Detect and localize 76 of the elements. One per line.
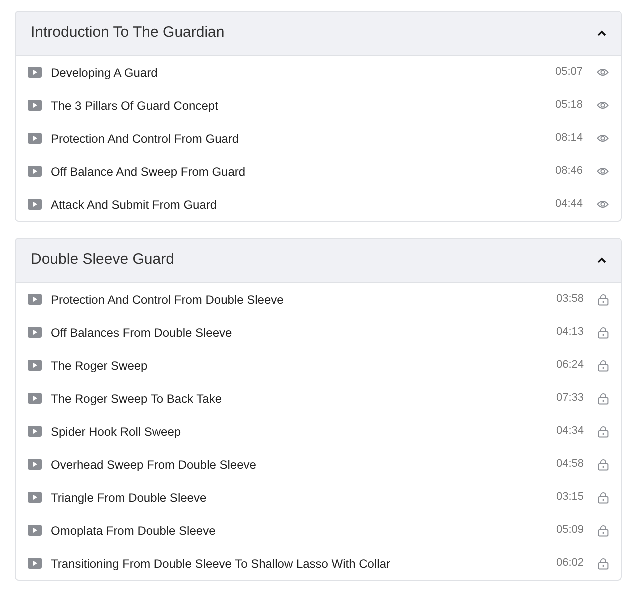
- lesson-title: Overhead Sweep From Double Sleeve: [51, 456, 256, 474]
- lesson-duration: 04:34: [556, 424, 584, 440]
- video-icon: [28, 492, 42, 503]
- eye-icon[interactable]: [597, 134, 609, 143]
- lock-icon: [598, 524, 609, 536]
- lesson-title: Protection And Control From Double Sleeve: [51, 292, 284, 308]
- lesson-duration: 05:18: [555, 98, 583, 114]
- lesson-title: Omoplata From Double Sleeve: [51, 522, 216, 540]
- lesson-duration: 08:14: [555, 131, 583, 146]
- video-icon: [28, 459, 42, 470]
- lesson-duration: 06:24: [556, 358, 584, 374]
- lesson-duration: 07:33: [556, 391, 584, 406]
- lesson-row[interactable]: Developing A Guard 05:07: [16, 56, 621, 89]
- video-icon: [28, 133, 42, 144]
- video-icon: [28, 426, 42, 437]
- lesson-row[interactable]: The Roger Sweep 06:24: [16, 349, 621, 382]
- lesson-row[interactable]: Attack And Submit From Guard 04:44: [16, 188, 621, 221]
- lesson-title: Protection And Control From Guard: [51, 130, 240, 148]
- video-icon: [28, 294, 42, 305]
- section-title: Double Sleeve Guard: [31, 250, 174, 270]
- lesson-duration: 05:09: [556, 523, 584, 538]
- lesson-title: The Roger Sweep: [51, 358, 148, 374]
- video-icon: [28, 100, 42, 111]
- eye-icon[interactable]: [597, 101, 609, 110]
- lock-icon: [598, 426, 609, 438]
- lesson-row[interactable]: The Roger Sweep To Back Take 07:33: [16, 382, 621, 415]
- section-title: Introduction To The Guardian: [31, 23, 225, 44]
- lesson-title: The Roger Sweep To Back Take: [51, 390, 222, 408]
- lock-icon: [598, 360, 609, 372]
- lesson-row[interactable]: Protection And Control From Guard 08:14: [16, 122, 621, 155]
- lesson-title: Developing A Guard: [51, 64, 158, 82]
- video-icon: [28, 360, 42, 371]
- lesson-row[interactable]: Off Balance And Sweep From Guard 08:46: [16, 155, 621, 188]
- lock-icon: [598, 492, 609, 504]
- lesson-duration: 05:07: [555, 65, 583, 80]
- lesson-title: Attack And Submit From Guard: [51, 196, 218, 214]
- chevron-icon[interactable]: [597, 257, 607, 264]
- lesson-title: Off Balances From Double Sleeve: [51, 324, 232, 342]
- lesson-title: Spider Hook Roll Sweep: [51, 424, 182, 440]
- lesson-row[interactable]: Spider Hook Roll Sweep 04:34: [16, 415, 621, 448]
- video-icon: [28, 558, 42, 569]
- lesson-row[interactable]: Transitioning From Double Sleeve To Shallow Lasso With Collar 06:02: [16, 547, 621, 580]
- section-header[interactable]: Double Sleeve Guard: [16, 239, 621, 283]
- lesson-title: Triangle From Double Sleeve: [51, 490, 207, 506]
- lesson-row[interactable]: Triangle From Double Sleeve 03:15: [16, 481, 621, 514]
- lesson-row[interactable]: Omoplata From Double Sleeve 05:09: [16, 514, 621, 547]
- eye-icon[interactable]: [597, 68, 609, 77]
- lesson-duration: 06:02: [556, 556, 584, 572]
- eye-icon[interactable]: [597, 200, 609, 209]
- lock-icon: [598, 326, 609, 338]
- lesson-row[interactable]: The 3 Pillars Of Guard Concept 05:18: [16, 89, 621, 122]
- lock-icon: [598, 392, 609, 404]
- lock-icon: [598, 558, 609, 570]
- eye-icon[interactable]: [597, 167, 609, 176]
- video-icon: [28, 525, 42, 536]
- lesson-duration: 04:44: [555, 197, 583, 212]
- lesson-duration: 08:46: [555, 164, 583, 180]
- chevron-icon[interactable]: [597, 30, 607, 37]
- lesson-row[interactable]: Off Balances From Double Sleeve 04:13: [16, 316, 621, 349]
- lesson-title: The 3 Pillars Of Guard Concept: [51, 98, 218, 114]
- video-icon: [28, 199, 42, 210]
- lock-icon: [598, 458, 609, 470]
- video-icon: [28, 327, 42, 338]
- lock-icon: [598, 294, 609, 306]
- lesson-duration: 03:58: [556, 292, 584, 308]
- lesson-duration: 03:15: [556, 490, 584, 506]
- video-icon: [28, 393, 42, 404]
- lesson-duration: 04:13: [556, 325, 584, 340]
- lesson-title: Transitioning From Double Sleeve To Shallow Lasso With Collar: [51, 556, 390, 572]
- lesson-row[interactable]: Protection And Control From Double Sleeve 03:58: [16, 283, 621, 316]
- section-header[interactable]: Introduction To The Guardian: [16, 12, 621, 56]
- video-icon: [28, 166, 42, 177]
- lesson-duration: 04:58: [556, 457, 584, 472]
- video-icon: [28, 67, 42, 78]
- lesson-title: Off Balance And Sweep From Guard: [51, 164, 246, 180]
- lesson-row[interactable]: Overhead Sweep From Double Sleeve 04:58: [16, 448, 621, 481]
